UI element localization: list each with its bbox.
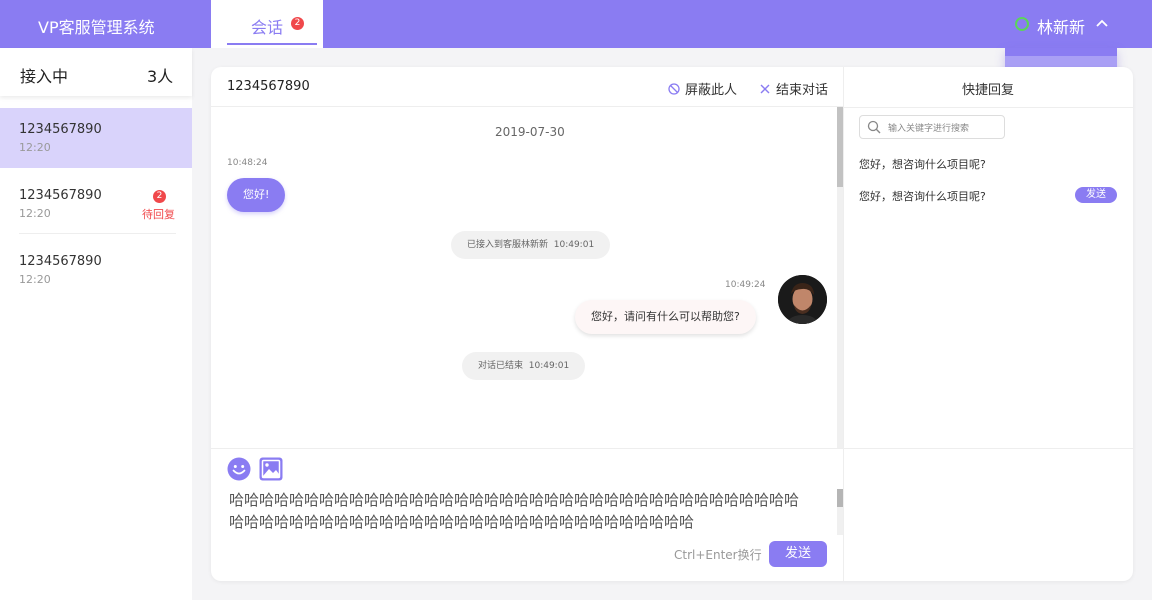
tab-underline	[227, 43, 317, 45]
system-message-text: 已接入到客服林新新	[467, 240, 549, 250]
search-icon	[867, 120, 881, 134]
customer-id: 1234567890	[227, 79, 310, 94]
system-message: 对话已结束 10:49:01	[462, 352, 586, 380]
session-time: 12:20	[19, 273, 51, 286]
close-icon	[760, 84, 770, 94]
quick-reply-item[interactable]: 您好，想咨询什么项目呢?	[859, 188, 986, 204]
session-item[interactable]: 1234567890 12:20	[0, 108, 192, 168]
system-message: 已接入到客服林新新 10:49:01	[451, 231, 611, 259]
session-time: 12:20	[19, 141, 51, 154]
session-number: 1234567890	[19, 254, 102, 269]
chat-panel: 1234567890 屏蔽此人 结束对话 2019-07-30 10:48:24…	[211, 67, 1133, 581]
user-name: 林新新	[1037, 18, 1086, 37]
quick-reply-send-button[interactable]: 发送	[1075, 187, 1117, 203]
block-button[interactable]: 屏蔽此人	[668, 79, 737, 98]
sidebar-header: 接入中 3人	[0, 48, 192, 96]
session-number: 1234567890	[19, 188, 102, 203]
session-sidebar: 接入中 3人 1234567890 12:20 1234567890 12:20…	[0, 48, 192, 600]
newline-hint: Ctrl+Enter换行	[674, 548, 762, 562]
customer-message: 您好!	[227, 178, 286, 212]
sidebar-title: 接入中	[20, 67, 69, 86]
block-label: 屏蔽此人	[685, 83, 738, 98]
quick-reply-bottom-divider	[844, 448, 1133, 449]
tab-badge: 2	[291, 17, 304, 30]
sidebar-count: 3人	[147, 67, 174, 86]
top-bar: VP客服管理系统 会话 2 林新新	[0, 0, 1152, 48]
image-icon[interactable]	[259, 457, 283, 481]
block-icon	[668, 83, 680, 95]
message-composer: 哈哈哈哈哈哈哈哈哈哈哈哈哈哈哈哈哈哈哈哈哈哈哈哈哈哈哈哈哈哈哈哈哈哈哈哈哈哈哈哈…	[211, 448, 843, 581]
quick-reply-title: 快捷回复	[962, 83, 1015, 98]
session-number: 1234567890	[19, 122, 102, 137]
message-list: 2019-07-30 10:48:24 您好! 已接入到客服林新新 10:49:…	[211, 107, 843, 448]
search-placeholder: 输入关键字进行搜索	[888, 124, 970, 134]
system-message-time: 10:49:01	[553, 240, 595, 250]
emoji-icon[interactable]	[227, 457, 251, 481]
system-message-time: 10:49:01	[528, 361, 570, 371]
online-status-icon	[1015, 17, 1029, 31]
end-chat-button[interactable]: 结束对话	[759, 79, 828, 98]
quick-reply-search[interactable]: 输入关键字进行搜索	[859, 115, 1005, 139]
quick-reply-item[interactable]: 您好，想咨询什么项目呢?	[859, 156, 986, 172]
send-button[interactable]: 发送	[769, 541, 827, 567]
system-message-text: 对话已结束	[478, 361, 524, 371]
chat-header: 1234567890 屏蔽此人 结束对话	[211, 67, 843, 107]
agent-avatar	[778, 275, 827, 324]
chevron-up-icon	[1096, 19, 1108, 27]
message-input[interactable]: 哈哈哈哈哈哈哈哈哈哈哈哈哈哈哈哈哈哈哈哈哈哈哈哈哈哈哈哈哈哈哈哈哈哈哈哈哈哈哈哈…	[229, 489, 809, 533]
tab-sessions[interactable]: 会话 2	[211, 0, 323, 48]
session-divider	[19, 233, 176, 234]
quick-reply-divider	[844, 107, 1133, 108]
date-separator: 2019-07-30	[495, 125, 565, 139]
app-title: VP客服管理系统	[38, 18, 155, 37]
agent-message: 您好，请问有什么可以帮助您?	[575, 300, 756, 334]
session-item[interactable]: 1234567890 12:20 2 待回复	[0, 174, 192, 234]
pending-status: 待回复	[142, 208, 175, 221]
unread-badge: 2	[153, 190, 166, 203]
message-timestamp: 10:49:24	[725, 280, 766, 290]
message-timestamp: 10:48:24	[227, 158, 268, 168]
session-time: 12:20	[19, 207, 51, 220]
tab-label: 会话	[251, 18, 284, 37]
session-item[interactable]: 1234567890 12:20	[0, 240, 192, 300]
end-chat-label: 结束对话	[776, 83, 829, 98]
column-divider	[843, 67, 844, 581]
